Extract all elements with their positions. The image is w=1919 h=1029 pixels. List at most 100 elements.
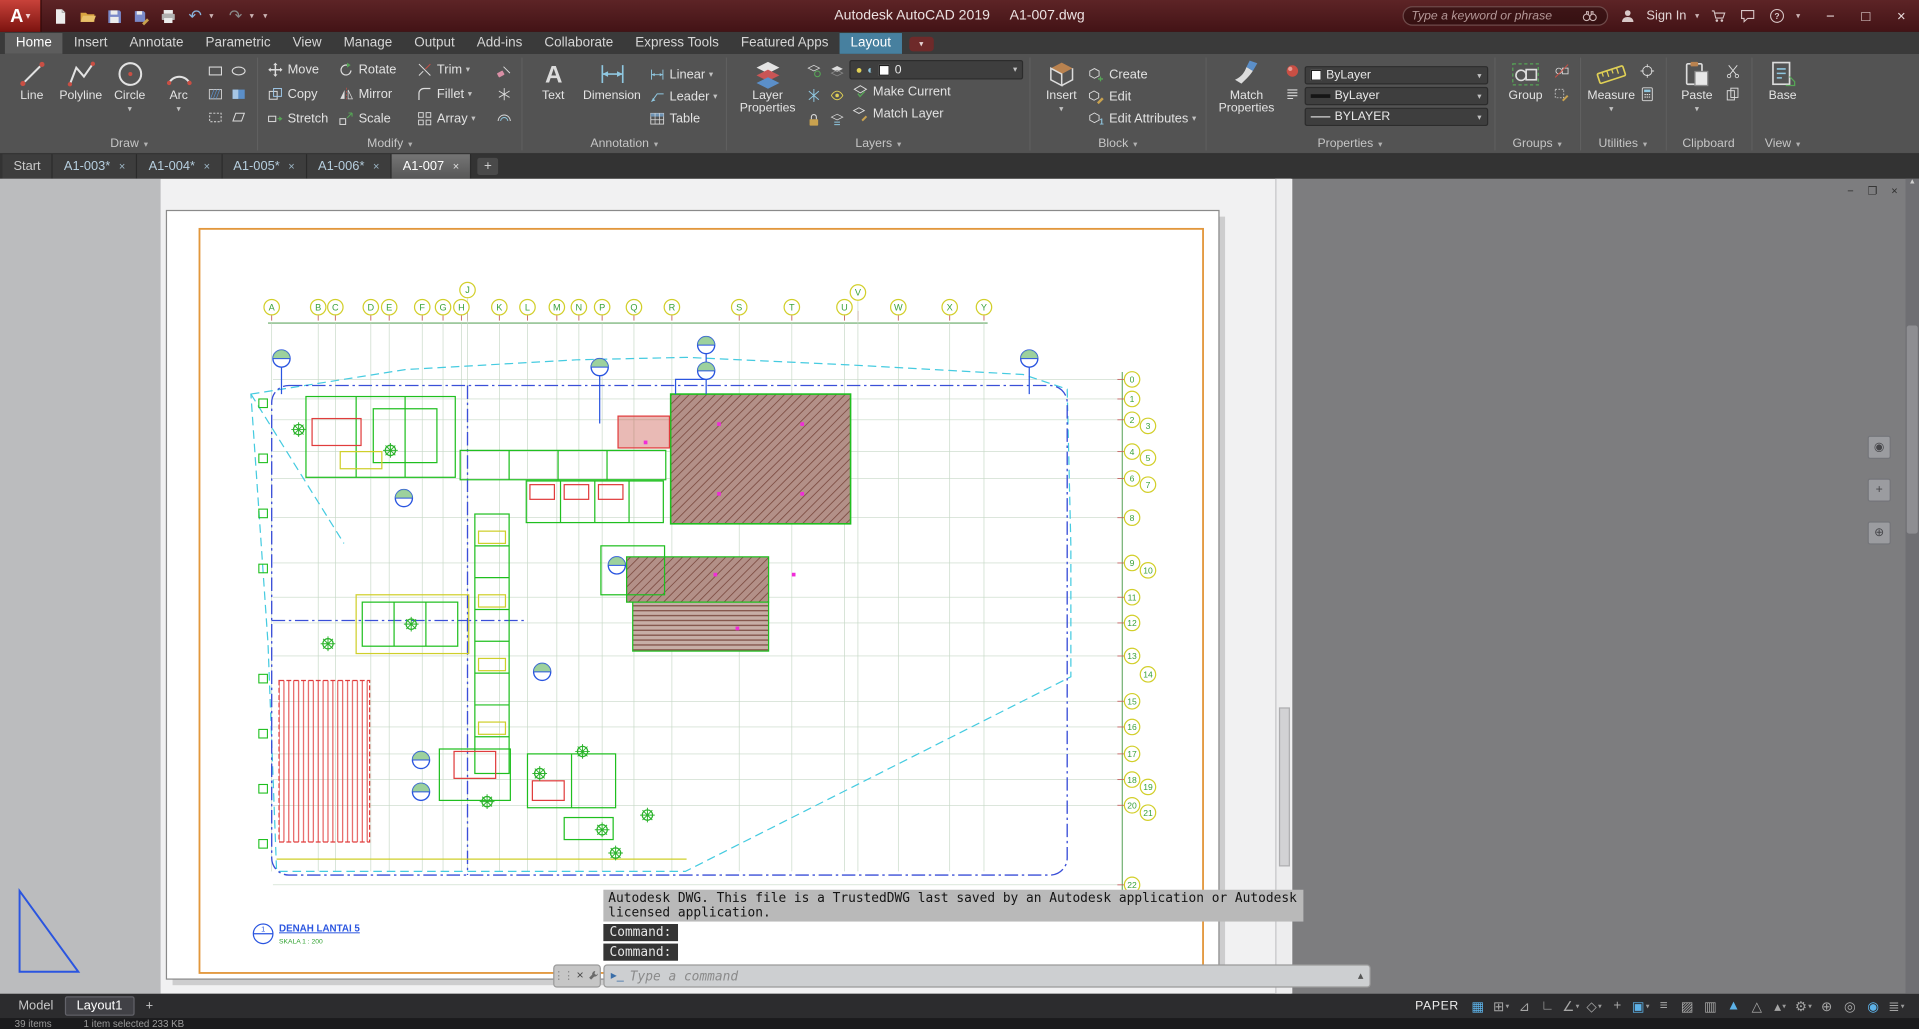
layout1-tab[interactable]: Layout1	[64, 996, 135, 1016]
scrollbar-thumb[interactable]	[1906, 325, 1918, 534]
move-button[interactable]: Move	[264, 60, 335, 80]
ribbon-tab-annotate[interactable]: Annotate	[119, 33, 195, 54]
infer-constraints-icon[interactable]: ⊿	[1514, 996, 1535, 1016]
workspace-switching-icon[interactable]: ⚙ ▾	[1793, 996, 1814, 1016]
osnap-tracking-icon[interactable]: +	[1607, 996, 1628, 1016]
modify-panel-label[interactable]: Modify ▾	[259, 135, 520, 153]
text-button[interactable]: A Text	[529, 58, 578, 135]
command-history-icon[interactable]: ▴	[1358, 969, 1364, 982]
layer-select[interactable]: ● ◐ 0 ▾	[849, 59, 1024, 80]
match-properties-button[interactable]: Match Properties	[1212, 58, 1281, 135]
doc-close-button[interactable]: ×	[1886, 184, 1903, 199]
block-panel-label[interactable]: Block ▾	[1032, 135, 1204, 153]
leader-button[interactable]: Leader ▾	[646, 86, 720, 106]
close-tab-icon[interactable]: ×	[373, 160, 379, 172]
file-tab-a1-006[interactable]: A1-006* ×	[306, 154, 392, 179]
edit-block-button[interactable]: Edit	[1086, 86, 1199, 106]
hatch-button[interactable]	[204, 83, 225, 104]
line-button[interactable]: Line	[7, 58, 56, 135]
close-button[interactable]: ×	[1884, 0, 1919, 32]
graphics-performance-icon[interactable]: ◉	[1863, 996, 1884, 1016]
annotation-visibility-icon[interactable]: ▲	[1723, 996, 1744, 1016]
create-block-button[interactable]: Create	[1086, 64, 1199, 84]
isolate-objects-icon[interactable]: ◎	[1839, 996, 1860, 1016]
scroll-up-icon[interactable]: ▲	[1909, 179, 1916, 186]
file-tab-a1-003[interactable]: A1-003* ×	[52, 154, 138, 179]
paper-scrollbar[interactable]	[1275, 178, 1292, 994]
file-tab-a1-004[interactable]: A1-004* ×	[137, 154, 223, 179]
boundary-button[interactable]	[204, 106, 225, 127]
close-tab-icon[interactable]: ×	[453, 160, 459, 172]
erase-button[interactable]	[493, 60, 514, 81]
file-tab-start[interactable]: Start	[2, 154, 53, 179]
ortho-mode-icon[interactable]: ∟	[1537, 996, 1558, 1016]
trim-button[interactable]: Trim ▾	[414, 60, 492, 80]
qat-menu-button[interactable]: ▾	[263, 11, 275, 21]
id-point-button[interactable]	[1637, 60, 1658, 81]
command-input-field[interactable]: ▸_ ▴	[603, 964, 1371, 988]
quick-calc-button[interactable]	[1637, 83, 1658, 104]
transparency-icon[interactable]: ▨	[1677, 996, 1698, 1016]
ungroup-button[interactable]	[1551, 60, 1572, 81]
layer-freeze-button[interactable]	[803, 84, 824, 105]
floor-plan-svg[interactable]: A B C D E F G HJK L M N P Q R S T UVW X Y01234567891011121…	[160, 178, 1293, 994]
ribbon-tab-manage[interactable]: Manage	[333, 33, 404, 54]
stretch-button[interactable]: Stretch	[264, 109, 335, 129]
ribbon-tab-view[interactable]: View	[282, 33, 333, 54]
steering-wheel-icon[interactable]: ◉	[1867, 435, 1891, 459]
chevron-down-icon[interactable]: ▾	[1796, 11, 1800, 21]
open-button[interactable]	[75, 4, 101, 27]
scrollbar-thumb[interactable]	[1278, 707, 1290, 867]
customization-icon[interactable]: ≣ ▾	[1886, 996, 1907, 1016]
base-button[interactable]: Base	[1758, 58, 1807, 135]
polyline-button[interactable]: Polyline	[56, 58, 105, 135]
group-edit-button[interactable]	[1551, 83, 1572, 104]
linetype-select[interactable]: BYLAYER ▾	[1304, 107, 1488, 127]
minimize-button[interactable]: −	[1813, 0, 1848, 32]
zoom-icon[interactable]: ⊕	[1867, 521, 1891, 545]
drag-handle-icon[interactable]: ⋮⋮	[553, 969, 574, 982]
plot-button[interactable]	[155, 4, 181, 27]
save-as-button[interactable]	[129, 4, 155, 27]
region-button[interactable]	[228, 106, 249, 127]
offset-button[interactable]	[493, 106, 514, 127]
ribbon-tab-home[interactable]: Home	[4, 33, 63, 54]
sign-in-button[interactable]: Sign In	[1646, 9, 1686, 24]
customize-icon[interactable]	[587, 969, 600, 982]
gradient-button[interactable]	[228, 83, 249, 104]
copy-clip-button[interactable]	[1723, 83, 1744, 104]
snap-mode-icon[interactable]: ⊞ ▾	[1491, 996, 1512, 1016]
communication-icon[interactable]	[1737, 6, 1758, 27]
view-panel-label[interactable]: View ▾	[1753, 135, 1812, 153]
arc-button[interactable]: Arc ▾	[154, 58, 203, 135]
object-color-button[interactable]	[1282, 60, 1303, 81]
redo-button[interactable]: ↷	[223, 4, 249, 27]
doc-minimize-button[interactable]: −	[1842, 184, 1859, 199]
object-snap-icon[interactable]: ▣ ▾	[1630, 996, 1651, 1016]
color-select[interactable]: ByLayer ▾	[1304, 66, 1488, 85]
store-cart-icon[interactable]	[1708, 6, 1729, 27]
close-tab-icon[interactable]: ×	[204, 160, 210, 172]
maximize-button[interactable]: □	[1848, 0, 1883, 32]
draw-panel-label[interactable]: Draw ▾	[2, 135, 255, 153]
fillet-button[interactable]: Fillet ▾	[414, 84, 492, 104]
ribbon-tab-add-ins[interactable]: Add-ins	[466, 33, 534, 54]
utilities-panel-label[interactable]: Utilities ▾	[1582, 135, 1664, 153]
layer-properties-button[interactable]: Layer Properties	[733, 58, 802, 135]
search-icon[interactable]	[1579, 6, 1600, 27]
layer-lock-button[interactable]	[803, 109, 824, 130]
file-tab-a1-007[interactable]: A1-007 ×	[391, 154, 472, 179]
pan-icon[interactable]: +	[1867, 478, 1891, 502]
groups-panel-label[interactable]: Groups ▾	[1496, 135, 1578, 153]
file-tab-a1-005[interactable]: A1-005* ×	[222, 154, 307, 179]
undo-button[interactable]: ↶	[182, 4, 208, 27]
properties-panel-label[interactable]: Properties ▾	[1207, 135, 1492, 153]
grid-display-icon[interactable]: ▦	[1467, 996, 1488, 1016]
circle-button[interactable]: Circle ▾	[105, 58, 154, 135]
make-current-button[interactable]: Make Current	[850, 82, 1024, 102]
new-file-button[interactable]	[48, 4, 74, 27]
rotate-button[interactable]: Rotate	[335, 60, 413, 80]
app-menu-button[interactable]: A ▾	[0, 0, 42, 32]
ribbon-display-toggle[interactable]: ▾	[909, 36, 934, 52]
annotation-monitor-icon[interactable]: ⊕	[1816, 996, 1837, 1016]
